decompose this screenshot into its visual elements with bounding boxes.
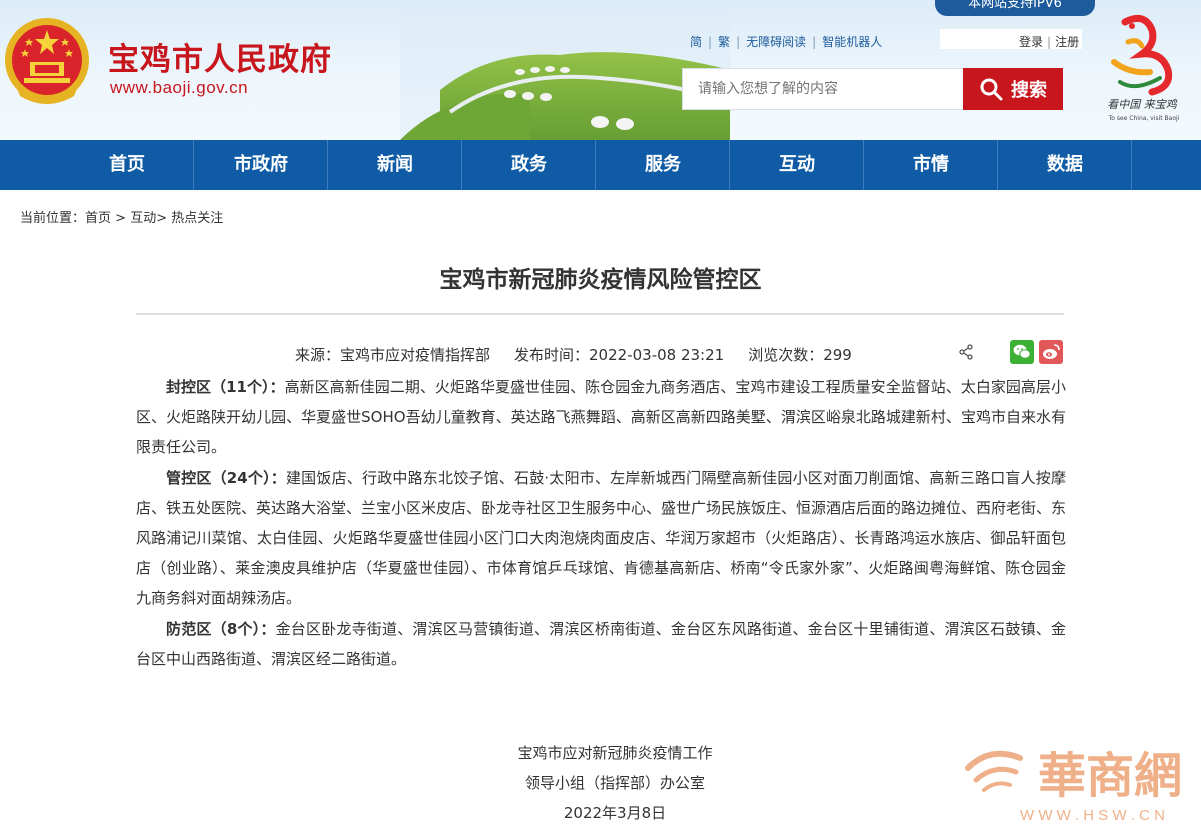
weibo-glyph-icon <box>1043 344 1060 359</box>
title-divider <box>136 313 1064 315</box>
article-source: 来源：宝鸡市应对疫情指挥部 <box>295 346 491 364</box>
search-input[interactable] <box>682 68 964 110</box>
nav-news[interactable]: 新闻 <box>328 140 462 190</box>
nav-interaction[interactable]: 互动 <box>730 140 864 190</box>
weibo-share-icon[interactable] <box>1039 340 1063 364</box>
article-title: 宝鸡市新冠肺炎疫情风险管控区 <box>439 267 762 293</box>
nav-city-info[interactable]: 市情 <box>864 140 998 190</box>
top-links: 简 | 繁 | 无障碍阅读 | 智能机器人 <box>690 35 883 49</box>
watermark-text: 華商網 <box>1038 748 1182 804</box>
site-title[interactable]: 宝鸡市人民政府 <box>108 34 332 79</box>
search-icon <box>980 78 1003 101</box>
smart-robot-link[interactable]: 智能机器人 <box>822 35 882 49</box>
nav-home[interactable]: 首页 <box>60 140 194 190</box>
wechat-glyph-icon <box>1013 344 1031 359</box>
nav-data[interactable]: 数据 <box>998 140 1132 190</box>
sealed-area-label: 封控区（11个）： <box>166 378 285 396</box>
nav-government-affairs[interactable]: 政务 <box>462 140 596 190</box>
controlled-area-label: 管控区（24个）： <box>166 469 286 487</box>
watermark-url: W W W . H S W . C N <box>1020 807 1165 824</box>
breadcrumb-label: 当前位置： <box>20 211 86 226</box>
hsw-watermark-logo: 華商網 W W W . H S W . C N <box>965 748 1182 824</box>
simplified-chinese-link[interactable]: 简 <box>690 35 702 49</box>
breadcrumb-interaction[interactable]: 互动 <box>130 211 156 226</box>
grassland-scenery-banner <box>400 0 730 140</box>
main-navigation: 首页 市政府 新闻 政务 服务 互动 市情 数据 <box>0 140 1201 190</box>
login-links: 登录 | 注册 <box>1019 35 1080 49</box>
city-slogan-english: To see China, visit Baoji <box>1108 115 1180 122</box>
controlled-area-list: 建国饭店、行政中路东北饺子馆、石鼓·太阳市、左岸新城西门隔壁高新佳园小区对面刀削… <box>136 469 1067 607</box>
prevention-area-list: 金台区卧龙寺街道、渭滨区马营镇街道、渭滨区桥南街道、金台区东风路街道、金台区十里… <box>136 620 1066 668</box>
prevention-area-paragraph: 防范区（8个）：金台区卧龙寺街道、渭滨区马营镇街道、渭滨区桥南街道、金台区东风路… <box>136 614 1066 674</box>
share-icon[interactable] <box>958 344 974 360</box>
nav-services[interactable]: 服务 <box>596 140 730 190</box>
publish-time: 发布时间：2022-03-08 23:21 <box>514 346 725 364</box>
site-url[interactable]: www.baoji.gov.cn <box>110 78 248 98</box>
nav-city-government[interactable]: 市政府 <box>194 140 328 190</box>
ipv6-notice: 本网站支持IPV6 <box>935 0 1095 16</box>
prevention-area-label: 防范区（8个）： <box>166 620 276 638</box>
article-body: 封控区（11个）：高新区高新佳园二期、火炬路华夏盛世佳园、陈仓园金九商务酒店、宝… <box>136 372 1066 675</box>
breadcrumb: 当前位置：首页 > 互动> 热点关注 <box>20 211 224 226</box>
breadcrumb-home[interactable]: 首页 <box>85 211 111 226</box>
register-link[interactable]: 注册 <box>1055 35 1079 49</box>
national-emblem-icon <box>5 18 89 104</box>
breadcrumb-hot-topics[interactable]: 热点关注 <box>171 211 223 226</box>
site-header: 本网站支持IPV6 宝鸡市人民政府 www.baoji.gov.cn 简 | 繁… <box>0 0 1201 140</box>
view-count: 浏览次数：299 <box>748 346 852 364</box>
traditional-chinese-link[interactable]: 繁 <box>718 35 730 49</box>
sealed-area-paragraph: 封控区（11个）：高新区高新佳园二期、火炬路华夏盛世佳园、陈仓园金九商务酒店、宝… <box>136 372 1066 462</box>
accessibility-link[interactable]: 无障碍阅读 <box>746 35 806 49</box>
login-link[interactable]: 登录 <box>1019 35 1043 49</box>
wechat-share-icon[interactable] <box>1010 340 1034 364</box>
search-button-label: 搜索 <box>1011 80 1047 101</box>
article-meta: 来源：宝鸡市应对疫情指挥部 发布时间：2022-03-08 23:21 浏览次数：2… <box>295 344 852 365</box>
city-slogan: 看中国 来宝鸡 <box>1107 98 1177 111</box>
search-button[interactable]: 搜索 <box>963 68 1063 110</box>
controlled-area-paragraph: 管控区（24个）：建国饭店、行政中路东北饺子馆、石鼓·太阳市、左岸新城西门隔壁高… <box>136 463 1066 613</box>
